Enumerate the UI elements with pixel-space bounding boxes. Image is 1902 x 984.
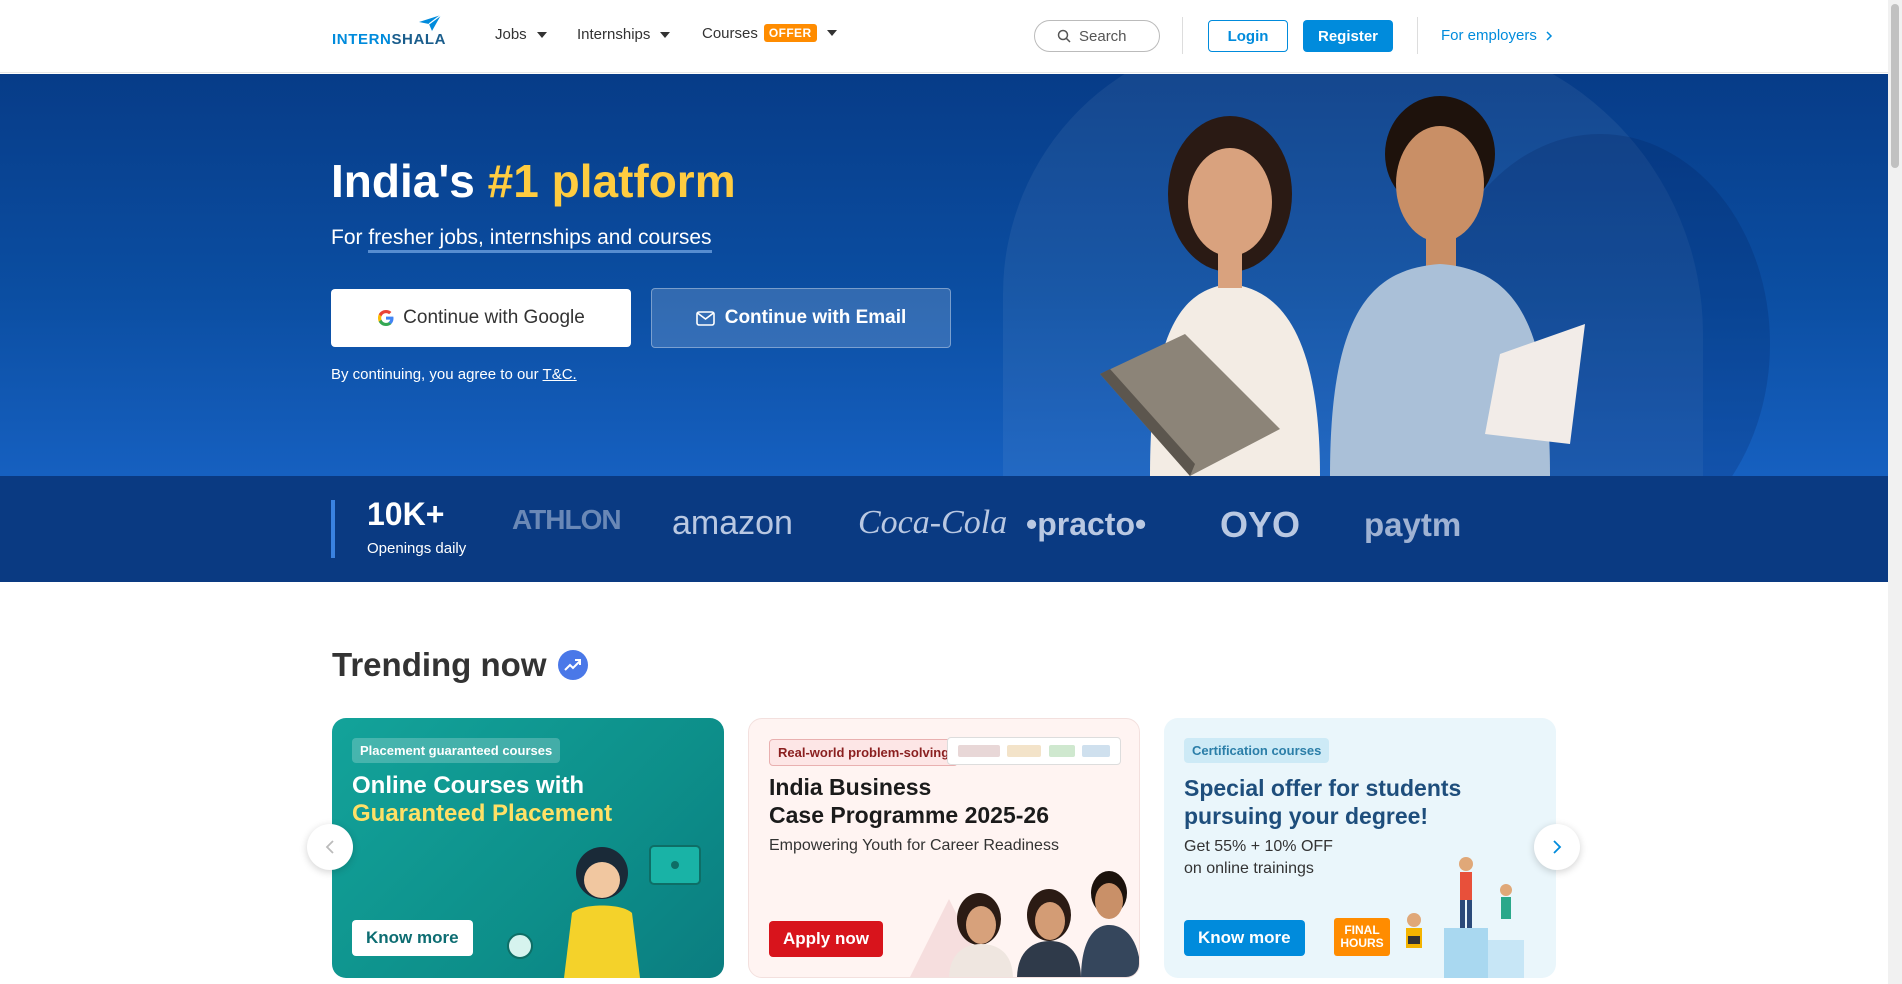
carousel-prev-button[interactable] — [307, 824, 353, 870]
partner-logo — [1048, 745, 1075, 757]
openings-strip: 10K+ Openings daily ATHLON amazon Coca-C… — [0, 476, 1888, 582]
caret-down-icon — [536, 31, 547, 38]
card-title-line: Special offer for students — [1184, 775, 1462, 801]
chevron-right-icon — [1553, 840, 1562, 854]
continue-with-google-button[interactable]: Continue with Google — [331, 289, 631, 347]
student-illustration — [507, 845, 701, 978]
login-button[interactable]: Login — [1208, 20, 1288, 52]
site-header: INTERNSHALA Jobs Internships Courses OFF… — [0, 0, 1888, 73]
google-icon — [378, 310, 394, 326]
chevron-right-icon — [1546, 30, 1552, 41]
search-button[interactable]: Search — [1034, 20, 1160, 52]
students-group-photo — [910, 871, 1139, 977]
scrollbar-thumb[interactable] — [1891, 4, 1899, 168]
card-title-line: pursuing your degree! — [1184, 803, 1429, 829]
carousel-next-button[interactable] — [1534, 824, 1580, 870]
card-tag: Placement guaranteed courses — [352, 738, 561, 763]
search-label: Search — [1079, 27, 1127, 45]
header-divider — [1182, 17, 1183, 54]
terms-text: By continuing, you agree to our — [331, 366, 543, 383]
card-title: Special offer for students pursuing your… — [1184, 774, 1461, 830]
internshala-logo[interactable]: INTERNSHALA — [332, 14, 447, 48]
brand-logo-coca-cola: Coca-Cola — [858, 504, 1008, 541]
continue-with-email-label: Continue with Email — [724, 307, 907, 328]
hero-subtitle-prefix: For — [331, 226, 369, 249]
chevron-left-icon — [325, 840, 334, 854]
nav-jobs-label: Jobs — [495, 26, 527, 43]
page-scrollbar[interactable] — [1888, 0, 1902, 984]
know-more-button[interactable]: Know more — [1184, 920, 1305, 956]
brand-logo-amazon: amazon — [672, 504, 793, 542]
brand-logo-practo: •practo• — [1026, 506, 1147, 542]
nav-internships[interactable]: Internships — [577, 26, 671, 43]
card-tag: Certification courses — [1184, 738, 1330, 763]
trending-card-special-offer[interactable]: Certification courses Special offer for … — [1164, 718, 1556, 978]
hero-title-prefix: India's — [331, 155, 488, 207]
hero-subtitle: For fresher jobs, internships and course… — [331, 226, 712, 253]
card-description: Get 55% + 10% OFF on online trainings — [1184, 836, 1333, 880]
caret-down-icon — [826, 30, 837, 36]
card-description: Empowering Youth for Career Readiness — [769, 837, 1059, 854]
card-title-line: Case Programme 2025-26 — [769, 802, 1049, 828]
card-title-line: India Business — [769, 774, 932, 800]
know-more-button[interactable]: Know more — [352, 920, 473, 956]
card-title: India Business Case Programme 2025-26 — [769, 773, 1049, 829]
logo-text-shala: SHALA — [391, 31, 447, 48]
partner-logo — [1082, 745, 1111, 757]
terms-link[interactable]: T&C. — [543, 366, 577, 383]
card-tag: Real-world problem-solving — [769, 739, 959, 766]
terms-notice: By continuing, you agree to our T&C. — [331, 366, 577, 383]
register-button[interactable]: Register — [1303, 20, 1393, 52]
final-hours-badge: FINAL HOURS — [1334, 918, 1390, 956]
trending-card-case-programme[interactable]: Real-world problem-solving India Busines… — [748, 718, 1140, 978]
nav-courses-label: Courses — [702, 24, 758, 42]
brand-logo-paytm: paytm — [1364, 506, 1462, 543]
openings-label: Openings daily — [367, 540, 467, 557]
card-description-line: Get 55% + 10% OFF — [1184, 838, 1333, 855]
nav-courses[interactable]: Courses OFFER — [702, 24, 837, 42]
hero-people-illustration — [1100, 96, 1585, 476]
openings-count: 10K+ — [367, 496, 445, 532]
nav-jobs[interactable]: Jobs — [495, 26, 547, 43]
for-employers-label: For employers — [1441, 27, 1537, 44]
partner-logos — [947, 737, 1121, 765]
continue-with-google-label: Continue with Google — [403, 307, 585, 328]
for-employers-link[interactable]: For employers — [1441, 27, 1553, 44]
brand-logo-athlon: ATHLON — [512, 504, 622, 535]
card-description-line: on online trainings — [1184, 860, 1314, 877]
hero-subtitle-highlight: fresher jobs, internships and courses — [368, 226, 712, 253]
card-title-line: Online Courses with — [352, 772, 585, 799]
header-divider — [1417, 17, 1418, 54]
partner-logo-hsbc — [957, 745, 1000, 757]
apply-now-button[interactable]: Apply now — [769, 921, 883, 957]
nav-internships-label: Internships — [577, 26, 651, 43]
hero-title: India's #1 platform — [331, 154, 736, 208]
trending-up-icon — [558, 650, 589, 680]
hero-title-accent: #1 platform — [487, 155, 736, 207]
logo-text-intern: INTERN — [332, 31, 392, 48]
hero-section: India's #1 platform For fresher jobs, in… — [0, 74, 1888, 476]
caret-down-icon — [660, 31, 671, 38]
partner-logo — [1007, 745, 1042, 757]
search-icon — [1057, 29, 1071, 43]
trending-title: Trending now — [332, 646, 547, 683]
offer-badge: OFFER — [763, 24, 817, 42]
stat-accent-bar — [331, 500, 335, 558]
trending-heading: Trending now — [332, 646, 589, 684]
mail-icon — [695, 310, 715, 326]
trending-card-placement[interactable]: Placement guaranteed courses Online Cour… — [332, 718, 724, 978]
continue-with-email-button[interactable]: Continue with Email — [651, 288, 951, 348]
celebration-illustration — [1406, 857, 1524, 978]
paper-plane-icon — [419, 14, 442, 31]
brand-logo-oyo: OYO — [1220, 504, 1301, 545]
